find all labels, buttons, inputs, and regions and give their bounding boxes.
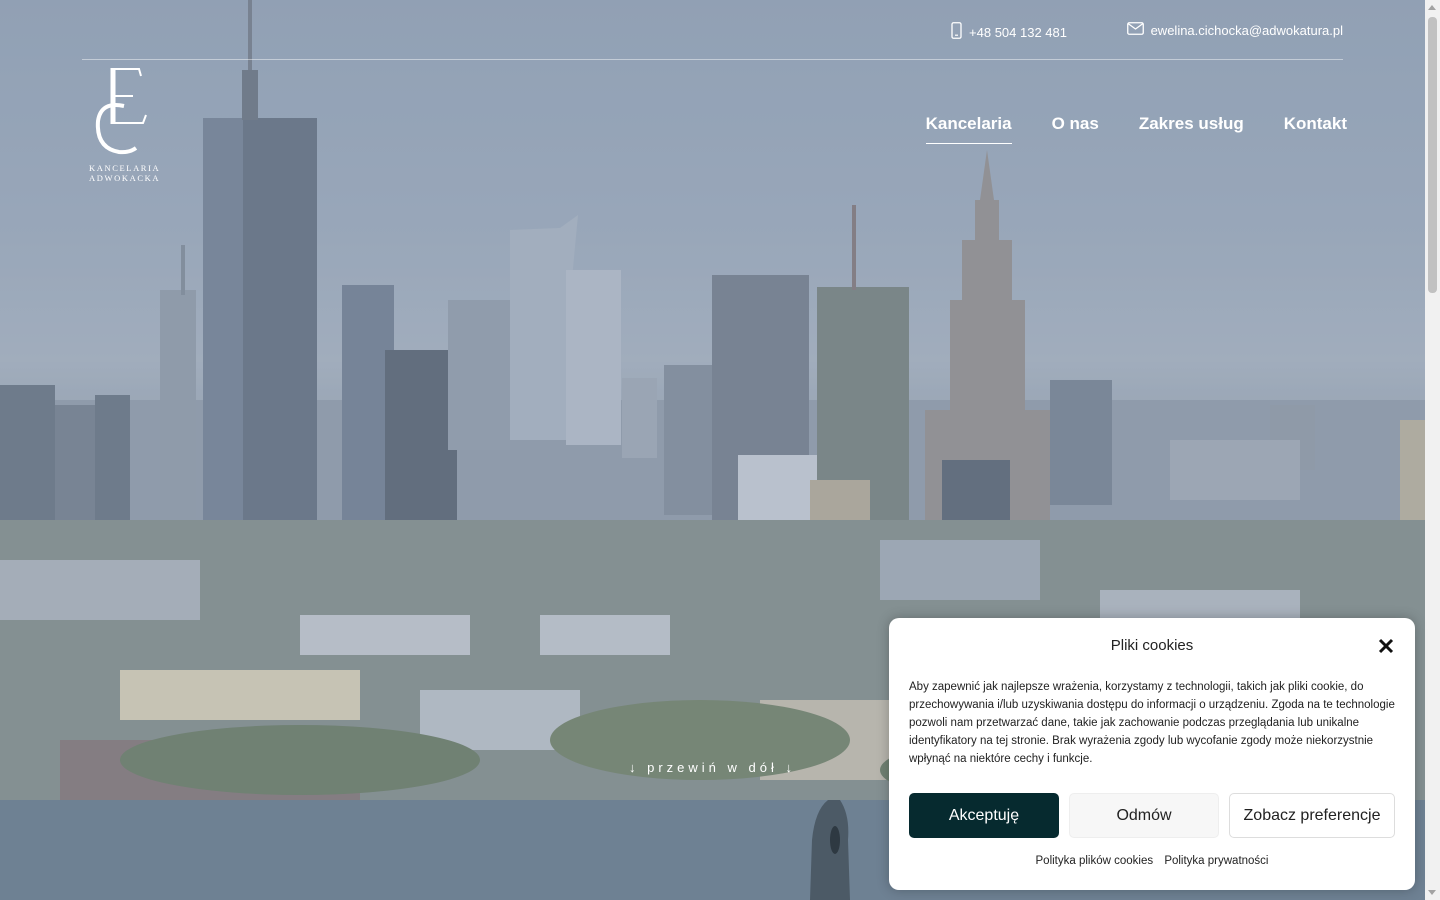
logo-line-1: KANCELARIA (89, 163, 161, 173)
cookie-policy-links: Polityka plików cookies Polityka prywatn… (889, 855, 1415, 867)
logo-monogram (95, 68, 147, 155)
cookie-dialog-text: Aby zapewnić jak najlepsze wrażenia, kor… (909, 681, 1395, 765)
close-icon[interactable] (1376, 636, 1396, 656)
privacy-policy-link[interactable]: Polityka prywatności (1164, 855, 1268, 867)
cookie-policy-link[interactable]: Polityka plików cookies (1036, 855, 1154, 867)
nav-item-o-nas[interactable]: O nas (1052, 114, 1099, 144)
cookie-dialog-title: Pliki cookies (1110, 637, 1194, 654)
phone-link[interactable]: +48 504 132 481 (951, 22, 1067, 42)
site-logo[interactable]: KANCELARIA ADWOKACKA (89, 66, 169, 186)
logo-text: KANCELARIA ADWOKACKA (89, 163, 169, 183)
phone-number: +48 504 132 481 (969, 24, 1067, 40)
scroll-up-arrow-icon[interactable] (1428, 5, 1436, 10)
envelope-icon (1126, 22, 1144, 38)
scroll-down-arrow-icon[interactable] (1428, 890, 1436, 895)
email-address: ewelina.cichocka@adwokatura.pl (1150, 22, 1343, 38)
cookie-consent-dialog: Pliki cookies Aby zapewnić jak najlepsze… (889, 618, 1415, 890)
email-link[interactable]: ewelina.cichocka@adwokatura.pl (1126, 22, 1343, 38)
view-preferences-button[interactable]: Zobacz preferencje (1229, 793, 1395, 838)
top-contact-bar: +48 504 132 481 ewelina.cichocka@adwokat… (82, 0, 1343, 60)
nav-item-zakres-uslug[interactable]: Zakres usług (1139, 114, 1244, 144)
nav-item-kancelaria[interactable]: Kancelaria (925, 114, 1012, 144)
statue-image (810, 800, 850, 900)
nav-item-kontakt[interactable]: Kontakt (1284, 114, 1347, 144)
page-scrollbar[interactable] (1425, 0, 1440, 900)
deny-button[interactable]: Odmów (1069, 793, 1219, 838)
phone-icon (951, 22, 962, 42)
main-navigation: Kancelaria O nas Zakres usług Kontakt (925, 114, 1347, 144)
scrollbar-thumb[interactable] (1428, 17, 1437, 293)
accept-button[interactable]: Akceptuję (909, 793, 1059, 838)
logo-line-2: ADWOKACKA (89, 173, 161, 183)
